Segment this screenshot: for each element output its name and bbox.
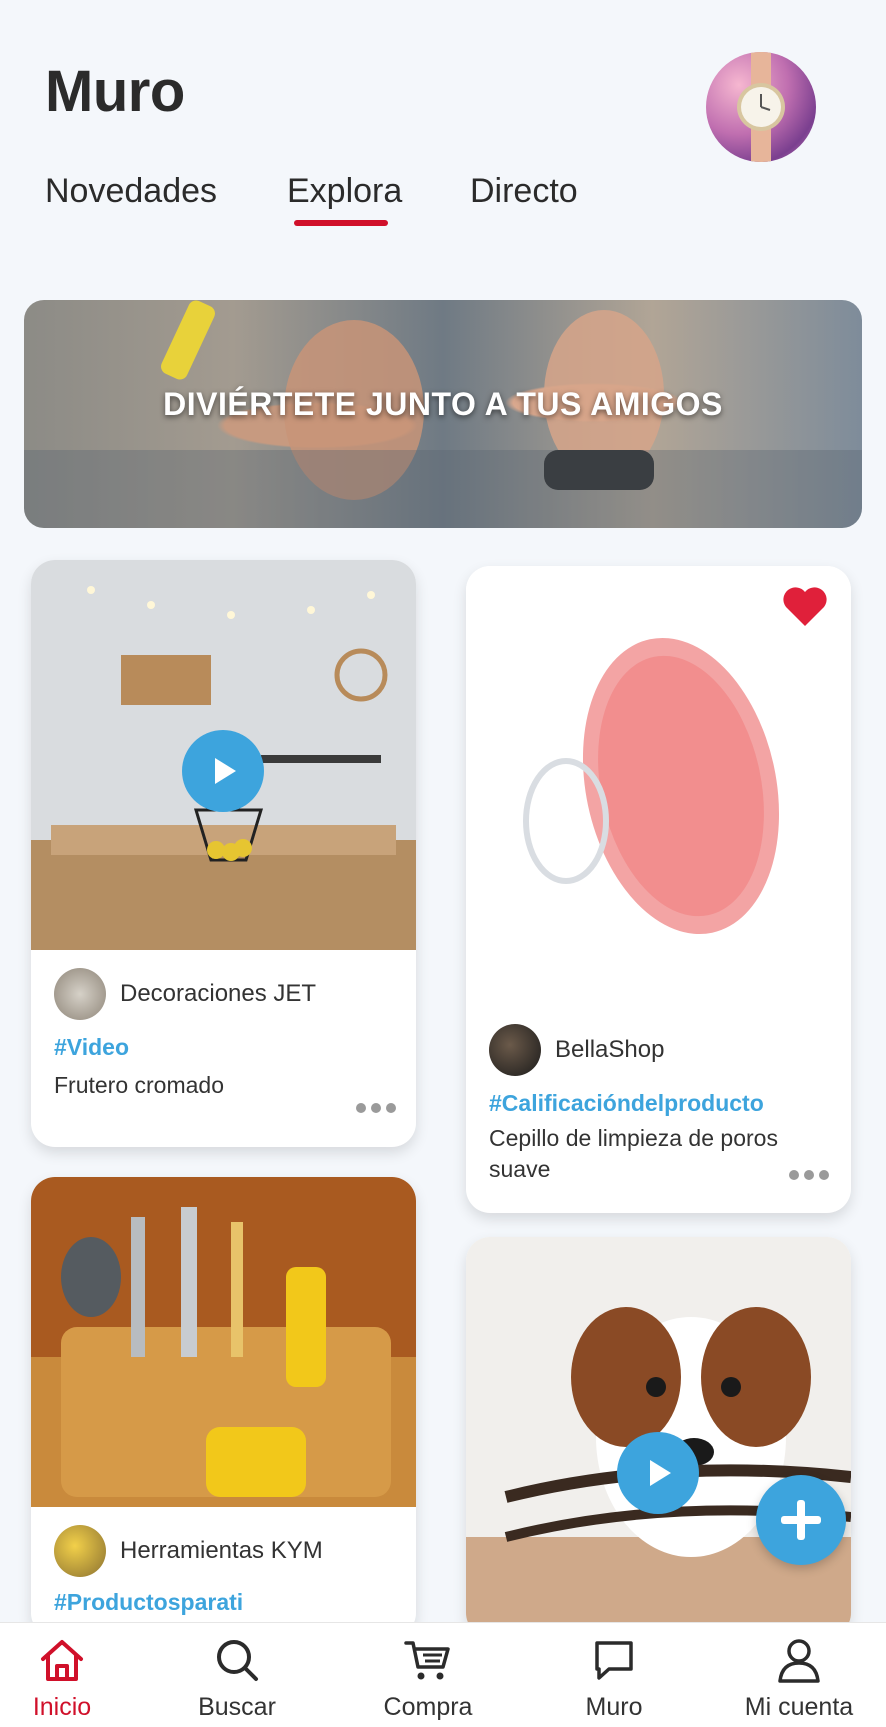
watch-image <box>737 52 785 162</box>
post-hashtag[interactable]: #Calificacióndelproducto <box>489 1090 764 1117</box>
active-tab-indicator <box>294 220 388 226</box>
seller-info[interactable]: Herramientas KYM <box>54 1525 323 1577</box>
dot-icon <box>371 1103 381 1113</box>
dot-icon <box>819 1170 829 1180</box>
more-options-button[interactable] <box>356 1103 396 1113</box>
nav-item-inicio[interactable]: Inicio <box>0 1635 147 1722</box>
profile-avatar[interactable] <box>706 52 816 162</box>
seller-info[interactable]: BellaShop <box>489 1024 664 1076</box>
nav-label-muro: Muro <box>585 1693 643 1721</box>
nav-label-mi-cuenta: Mi cuenta <box>744 1693 854 1721</box>
seller-avatar <box>489 1024 541 1076</box>
seller-info[interactable]: Decoraciones JET <box>54 968 316 1020</box>
tab-directo[interactable]: Directo <box>470 172 578 211</box>
plus-icon <box>781 1500 821 1540</box>
promo-banner[interactable]: DIVIÉRTETE JUNTO A TUS AMIGOS <box>24 300 862 528</box>
post-description: Frutero cromado <box>54 1072 225 1098</box>
nav-item-muro[interactable]: Muro <box>529 1635 699 1722</box>
seller-avatar <box>54 968 106 1020</box>
play-video-button[interactable] <box>617 1432 699 1514</box>
chat-icon <box>595 1641 633 1680</box>
dot-icon <box>804 1170 814 1180</box>
tab-novedades[interactable]: Novedades <box>45 172 217 211</box>
seller-name: Herramientas KYM <box>120 1537 323 1564</box>
nav-label-compra: Compra <box>383 1693 473 1721</box>
favorite-heart-icon[interactable] <box>781 584 829 628</box>
dot-icon <box>789 1170 799 1180</box>
more-options-button[interactable] <box>789 1170 829 1180</box>
seller-name: Decoraciones JET <box>120 980 317 1007</box>
post-card[interactable] <box>466 1237 851 1637</box>
bottom-navigation: Inicio Buscar Compra Muro Mi cuenta <box>0 1622 886 1727</box>
banner-title: DIVIÉRTETE JUNTO A TUS AMIGOS <box>163 386 723 422</box>
play-icon <box>215 758 236 784</box>
seller-avatar <box>54 1525 106 1577</box>
dot-icon <box>356 1103 366 1113</box>
dot-icon <box>386 1103 396 1113</box>
home-icon <box>41 1640 83 1681</box>
post-image <box>31 1177 416 1507</box>
post-card[interactable]: Herramientas KYM #Productosparati <box>31 1177 416 1637</box>
tab-explora[interactable]: Explora <box>287 172 402 226</box>
post-hashtag[interactable]: #Productosparati <box>54 1589 243 1616</box>
nav-label-inicio: Inicio <box>32 1693 92 1721</box>
post-hashtag[interactable]: #Video <box>54 1034 129 1061</box>
search-icon <box>217 1640 258 1681</box>
post-card[interactable]: BellaShop #Calificacióndelproducto Cepil… <box>466 566 851 1213</box>
post-image <box>466 566 851 986</box>
post-description: Cepillo de limpieza de poros suave <box>489 1125 778 1182</box>
nav-item-buscar[interactable]: Buscar <box>152 1635 322 1722</box>
play-video-button[interactable] <box>182 730 264 812</box>
cart-icon <box>404 1641 450 1680</box>
post-card[interactable]: Decoraciones JET #Video Frutero cromado <box>31 560 416 1147</box>
user-icon <box>778 1639 820 1683</box>
page-title: Muro <box>45 59 185 124</box>
create-post-button[interactable] <box>756 1475 846 1565</box>
seller-name: BellaShop <box>555 1036 665 1063</box>
play-icon <box>650 1460 671 1486</box>
nav-item-compra[interactable]: Compra <box>343 1635 513 1722</box>
nav-label-buscar: Buscar <box>198 1693 276 1721</box>
nav-item-mi-cuenta[interactable]: Mi cuenta <box>714 1635 884 1722</box>
